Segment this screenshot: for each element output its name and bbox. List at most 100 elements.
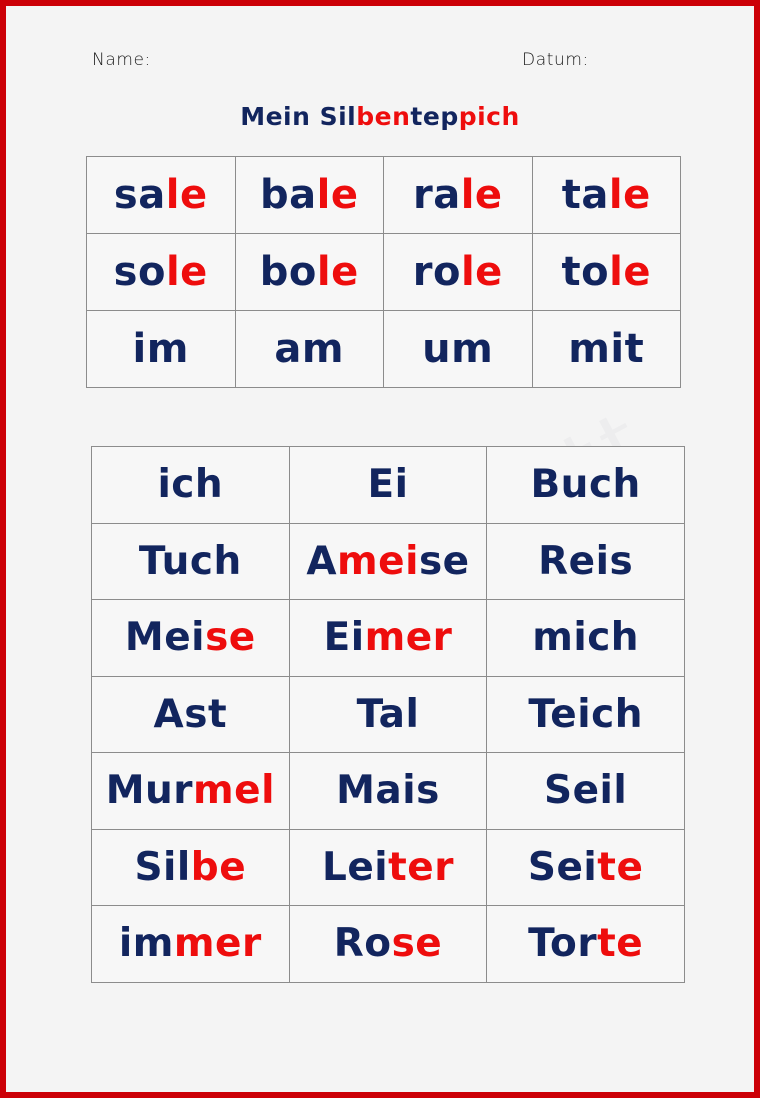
syllable-grid: sale bale rale tale sole bole role tole im am um mi… (86, 156, 681, 388)
word-bole-syllable-1: le (316, 249, 359, 295)
word-Murmel-syllable-1: mel (193, 768, 275, 814)
word-Seil-syllable-0: Seil (544, 768, 628, 814)
word-cell-Teich: Teich (486, 675, 685, 753)
word-cell-Leiter: Leiter (288, 828, 488, 906)
word-grid-body: ich Ei Buch Tuch Ameise Reis Meise Eimer mich Ast… (91, 446, 685, 983)
word-Buch-syllable-0: Buch (530, 462, 641, 508)
table-row: immer Rose Torte (91, 905, 685, 983)
word-Tuch-syllable-0: Tuch (138, 538, 242, 584)
name-label: Name: (92, 50, 151, 70)
table-row: Ast Tal Teich (91, 675, 685, 753)
word-Reis-syllable-0: Reis (538, 538, 634, 584)
word-cell-role: role (383, 233, 533, 311)
word-role-syllable-1: le (460, 249, 503, 295)
word-bale-syllable-0: ba (260, 172, 317, 218)
word-cell-Seite: Seite (486, 828, 685, 906)
word-Mais-syllable-0: Mais (336, 768, 440, 814)
word-cell-Ameise: Ameise (288, 522, 488, 600)
title-syllable-0: Mein (240, 102, 320, 131)
word-Silbe-syllable-0: Sil (134, 844, 191, 890)
word-Ast-syllable-0: Ast (153, 691, 228, 737)
word-cell-Murmel: Murmel (91, 752, 290, 830)
word-Leiter-syllable-1: ter (388, 844, 454, 890)
title-syllable-3: tep (410, 102, 459, 131)
word-Meise-syllable-1: se (205, 615, 256, 661)
table-row: Meise Eimer mich (91, 599, 685, 677)
word-cell-Rose: Rose (288, 905, 488, 983)
word-rale-syllable-0: ra (412, 172, 461, 218)
word-cell-Tal: Tal (288, 675, 488, 753)
word-cell-um: um (383, 310, 533, 388)
table-row: sole bole role tole (86, 233, 681, 311)
worksheet-page: Arbeitsblatt Name: Datum: Mein Silbentep… (6, 6, 754, 1092)
word-cell-Ei: Ei (288, 446, 488, 524)
word-cell-Eimer: Eimer (288, 599, 488, 677)
word-cell-Torte: Torte (486, 905, 685, 983)
word-cell-Meise: Meise (91, 599, 290, 677)
word-Eimer-syllable-0: Ei (323, 615, 365, 661)
table-row: sale bale rale tale (86, 156, 681, 234)
word-Tal-syllable-0: Tal (356, 691, 420, 737)
word-cell-tale: tale (531, 156, 681, 234)
word-Meise-syllable-0: Mei (124, 615, 206, 661)
word-Ameise-syllable-2: se (418, 538, 470, 584)
word-cell-am: am (234, 310, 384, 388)
syllable-grid-body: sale bale rale tale sole bole role tole im am um mi… (86, 156, 681, 388)
word-am-syllable-0: am (274, 326, 345, 372)
word-Rose-syllable-0: Ro (333, 921, 392, 967)
word-Seite-syllable-0: Sei (527, 844, 598, 890)
word-cell-Ast: Ast (91, 675, 290, 753)
word-tole-syllable-1: le (609, 249, 651, 295)
word-cell-sole: sole (86, 233, 236, 311)
word-tole-syllable-0: to (561, 249, 610, 295)
word-sale-syllable-1: le (165, 172, 208, 218)
word-Teich-syllable-0: Teich (528, 691, 643, 737)
word-immer-syllable-0: im (118, 921, 174, 967)
word-tale-syllable-0: ta (561, 172, 609, 218)
word-cell-tole: tole (531, 233, 681, 311)
word-mit-syllable-0: mit (568, 326, 645, 372)
word-ich-syllable-0: ich (157, 462, 224, 508)
table-row: im am um mit (86, 310, 681, 388)
student-meta-row: Name: Datum: (6, 50, 754, 80)
word-immer-syllable-1: mer (173, 921, 262, 967)
word-Ameise-syllable-1: mei (337, 538, 419, 584)
word-im-syllable-0: im (132, 326, 189, 372)
word-cell-Mais: Mais (288, 752, 488, 830)
word-sole-syllable-1: le (165, 249, 208, 295)
table-row: Silbe Leiter Seite (91, 828, 685, 906)
word-Ameise-syllable-0: A (306, 538, 337, 584)
word-cell-rale: rale (383, 156, 533, 234)
page-title: Mein Silbenteppich (6, 102, 754, 131)
word-bole-syllable-0: bo (259, 249, 317, 295)
word-mich-syllable-0: mich (532, 615, 640, 661)
word-cell-Reis: Reis (486, 522, 685, 600)
word-cell-Silbe: Silbe (91, 828, 290, 906)
word-cell-Buch: Buch (486, 446, 685, 524)
word-role-syllable-0: ro (412, 249, 461, 295)
title-syllable-4: pich (458, 102, 520, 131)
date-label: Datum: (522, 50, 589, 70)
word-cell-Tuch: Tuch (91, 522, 290, 600)
word-Murmel-syllable-0: Mur (105, 768, 193, 814)
word-bale-syllable-1: le (316, 172, 359, 218)
word-sale-syllable-0: sa (113, 172, 166, 218)
word-Torte-syllable-0: Tor (528, 921, 598, 967)
word-Torte-syllable-1: te (597, 921, 644, 967)
table-row: Tuch Ameise Reis (91, 522, 685, 600)
word-Leiter-syllable-0: Lei (321, 844, 389, 890)
table-row: ich Ei Buch (91, 446, 685, 524)
word-cell-mit: mit (531, 310, 681, 388)
word-cell-bole: bole (234, 233, 384, 311)
word-tale-syllable-1: le (608, 172, 651, 218)
table-row: Murmel Mais Seil (91, 752, 685, 830)
word-sole-syllable-0: so (113, 249, 166, 295)
title-syllable-1: Sil (319, 102, 357, 131)
word-cell-sale: sale (86, 156, 236, 234)
word-um-syllable-0: um (422, 326, 494, 372)
title-syllable-2: ben (356, 102, 411, 131)
word-cell-bale: bale (234, 156, 384, 234)
word-cell-Seil: Seil (486, 752, 685, 830)
word-cell-ich: ich (91, 446, 290, 524)
word-Seite-syllable-1: te (597, 844, 644, 890)
